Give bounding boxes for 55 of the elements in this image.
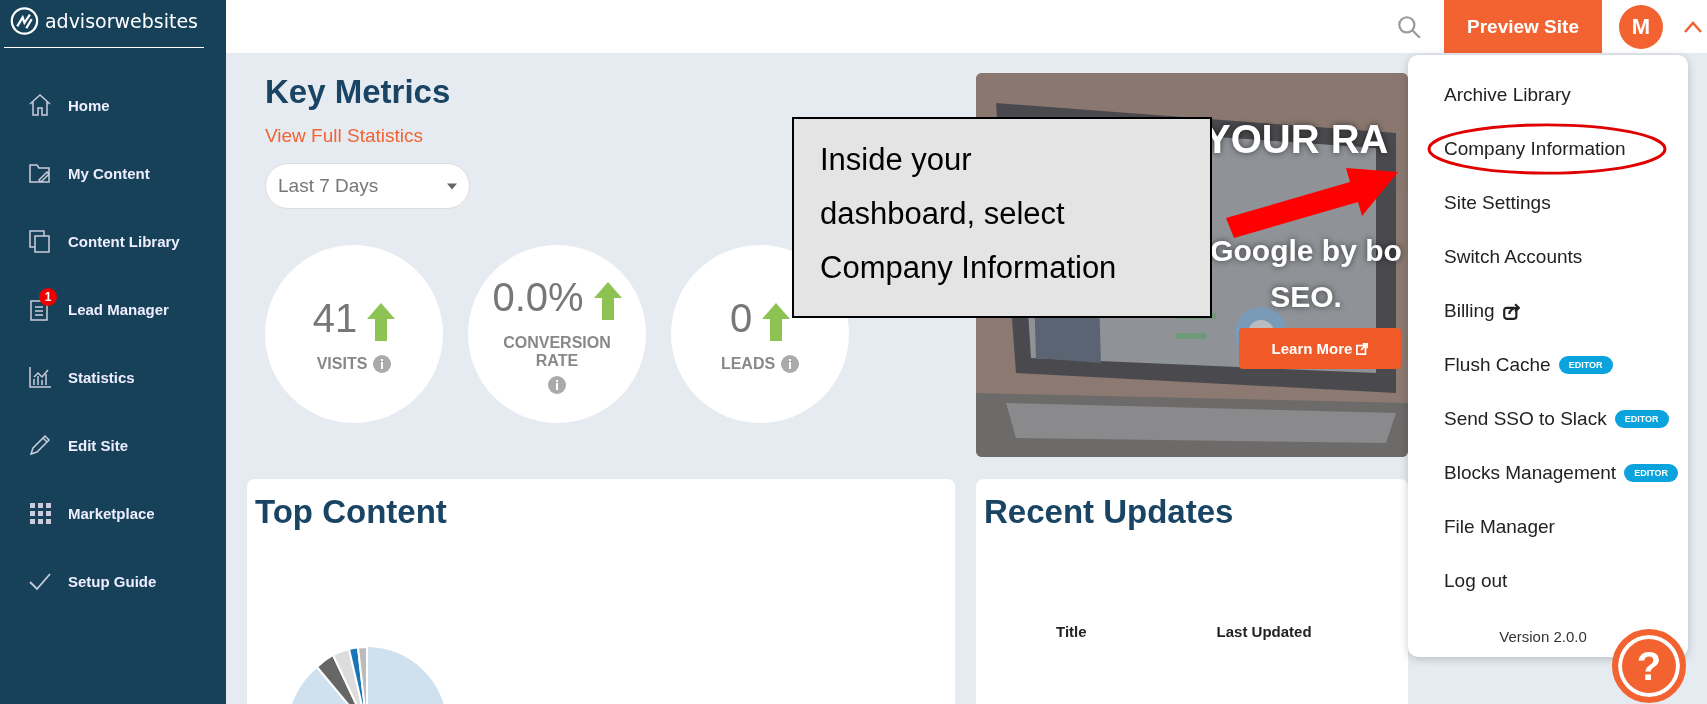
column-header: Last Updated — [1216, 623, 1312, 640]
menu-item[interactable]: Log out — [1408, 554, 1688, 608]
grid-icon — [27, 500, 53, 526]
up-arrow-icon — [593, 281, 622, 320]
notification-badge: 1 — [39, 288, 57, 306]
sidebar-item[interactable]: Statistics — [0, 343, 226, 411]
column-header: Title — [1056, 623, 1087, 640]
editor-badge: EDITOR — [1558, 356, 1613, 374]
metric-label: LEADS — [720, 354, 776, 373]
info-icon[interactable] — [548, 375, 566, 394]
sidebar-item[interactable]: My Content — [0, 139, 226, 207]
version-text: Version 2.0.0 — [1499, 628, 1588, 645]
external-link-icon — [1356, 342, 1369, 355]
dropdown-caret-icon — [447, 182, 457, 190]
card-title: Recent Updates — [984, 493, 1235, 531]
metric-value: 41 — [312, 295, 358, 341]
house-icon — [27, 92, 53, 118]
menu-item[interactable]: Send SSO to Slack EDITOR — [1408, 392, 1688, 446]
menu-item[interactable]: File Manager — [1408, 500, 1688, 554]
menu-item[interactable]: Blocks Management EDITOR — [1408, 446, 1688, 500]
caret-icon[interactable] — [1683, 19, 1703, 34]
pencil-icon — [27, 432, 53, 458]
menu-item[interactable]: Flush Cache EDITOR — [1408, 338, 1688, 392]
banner-text: SEO. — [1270, 279, 1342, 315]
menu-item[interactable]: Archive Library — [1408, 68, 1688, 122]
section-title: Key Metrics — [265, 73, 452, 111]
menu-item[interactable]: Switch Accounts — [1408, 230, 1688, 284]
sidebar-item[interactable]: Home — [0, 71, 226, 139]
metric-value: 0.0% — [492, 274, 584, 320]
card-title: Top Content — [255, 493, 448, 531]
sidebar-item[interactable]: 1 Lead Manager — [0, 275, 226, 343]
period-select[interactable]: Last 7 Days — [265, 163, 470, 209]
metric-label: CONVERSION RATE — [502, 333, 612, 370]
sidebar-item[interactable]: Marketplace — [0, 479, 226, 547]
menu-item[interactable]: Site Settings — [1408, 176, 1688, 230]
bar-chart-icon — [27, 364, 53, 390]
metric-value: 0 — [729, 295, 753, 341]
menu-item[interactable]: Billing — [1408, 284, 1688, 338]
logo-text: advisorwebsites — [44, 10, 198, 32]
banner-text: Google by bo — [1210, 233, 1402, 269]
stacked-pages-icon — [27, 228, 53, 254]
editor-badge: EDITOR — [1624, 464, 1678, 482]
info-icon[interactable] — [373, 354, 392, 373]
editor-badge: EDITOR — [1614, 410, 1669, 428]
sidebar-item[interactable]: Setup Guide — [0, 547, 226, 615]
up-arrow-icon — [762, 302, 791, 341]
search-icon[interactable] — [1396, 13, 1422, 40]
sidebar-item[interactable]: Content Library — [0, 207, 226, 275]
metric-label: VISITS — [316, 354, 368, 373]
up-arrow-icon — [367, 302, 396, 341]
sidebar-item[interactable]: Edit Site — [0, 411, 226, 479]
callout-box: Inside your dashboard, select Company Information — [792, 117, 1212, 318]
menu-item[interactable]: Company Information — [1408, 122, 1688, 176]
info-icon[interactable] — [781, 354, 800, 373]
logo-icon — [10, 5, 39, 37]
